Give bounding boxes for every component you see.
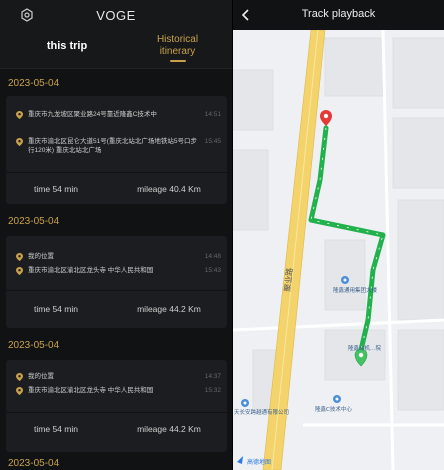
location-time: 15:45	[204, 138, 221, 145]
page-title: Track playback	[301, 8, 376, 20]
location-text: 重庆市九龙坡区聚业路24号靠近隆鑫C技术中	[28, 111, 157, 118]
poi-marker-icon	[241, 399, 249, 407]
trip-list-panel: VOGE this trip Historical itinerary 2023…	[0, 0, 232, 470]
location-time: 14:37	[204, 373, 221, 380]
trip-date: 2023-05-04	[8, 458, 60, 469]
map-attribution: 高德地图	[247, 458, 271, 466]
location-text: 重庆市渝北区昆仑大道51号(重庆北站北广场地铁站5号口步行120米) 重庆北站北…	[28, 138, 198, 154]
start-location-row: 我的位置 14:48	[16, 252, 221, 262]
poi-marker-icon	[333, 395, 341, 403]
card-divider	[6, 290, 227, 291]
location-text: 重庆市渝北区渝北区龙头寺 中华人民共和国	[28, 267, 154, 274]
location-text: 我的位置	[28, 373, 54, 380]
location-pin-icon	[16, 373, 23, 381]
poi-marker-icon	[341, 276, 349, 284]
location-pin-icon	[16, 138, 23, 146]
end-location-row: 重庆市渝北区渝北区龙头寺 中华人民共和国 15:32	[16, 386, 221, 396]
location-time: 15:32	[204, 387, 221, 394]
location-time: 14:51	[204, 111, 221, 118]
map-view[interactable]: 聚业路 隆鑫通用集团大楼 隆鑫动机…院 隆鑫C技术中心 天长安跨越通有限公司 高…	[233, 30, 444, 470]
trip-mileage: mileage 44.2 Km	[137, 424, 201, 434]
end-location-row: 重庆市渝北区昆仑大道51号(重庆北站北广场地铁站5号口步行120米) 重庆北站北…	[16, 137, 221, 157]
tab-bar: this trip Historical itinerary	[0, 30, 232, 68]
trip-card[interactable]: 我的位置 14:48 重庆市渝北区渝北区龙头寺 中华人民共和国 15:43 ti…	[6, 236, 227, 328]
trip-card[interactable]: 我的位置 14:37 重庆市渝北区渝北区龙头寺 中华人民共和国 15:32 ti…	[6, 360, 227, 452]
poi-label: 隆鑫C技术中心	[315, 405, 352, 413]
location-pin-icon	[16, 253, 23, 261]
active-tab-indicator	[170, 60, 186, 62]
end-location-row: 重庆市渝北区渝北区龙头寺 中华人民共和国 15:43	[16, 266, 221, 276]
location-pin-icon	[16, 267, 23, 275]
poi-label: 天长安跨越通有限公司	[234, 408, 289, 416]
trip-duration: time 54 min	[34, 424, 78, 434]
card-divider	[6, 172, 227, 173]
tab-historical-itinerary[interactable]: Historical itinerary	[140, 34, 215, 58]
poi-label: 隆鑫动机…院	[348, 344, 382, 352]
location-text: 重庆市渝北区渝北区龙头寺 中华人民共和国	[28, 387, 154, 394]
app-title: VOGE	[96, 8, 136, 23]
location-time: 15:43	[204, 267, 221, 274]
start-location-row: 重庆市九龙坡区聚业路24号靠近隆鑫C技术中 14:51	[16, 110, 221, 120]
trip-mileage: mileage 44.2 Km	[137, 304, 201, 314]
track-playback-panel: Track playback 聚业路 隆鑫通用集团大楼 隆鑫动机…院 隆鑫C技术…	[233, 0, 444, 470]
location-pin-icon	[16, 111, 23, 119]
location-pin-icon	[16, 387, 23, 395]
tab-this-trip[interactable]: this trip	[22, 40, 112, 52]
card-divider	[6, 412, 227, 413]
location-text: 我的位置	[28, 253, 54, 260]
playback-header: Track playback	[233, 0, 444, 30]
trip-card[interactable]: 重庆市九龙坡区聚业路24号靠近隆鑫C技术中 14:51 重庆市渝北区昆仑大道51…	[6, 96, 227, 204]
start-location-row: 我的位置 14:37	[16, 372, 221, 382]
location-time: 14:48	[204, 253, 221, 260]
trip-duration: time 54 min	[34, 184, 78, 194]
trip-date: 2023-05-04	[8, 340, 60, 351]
app-header: VOGE	[0, 0, 232, 30]
trip-date: 2023-05-04	[8, 216, 60, 227]
trip-date: 2023-05-04	[8, 78, 60, 89]
divider	[0, 68, 232, 69]
trip-duration: time 54 min	[34, 304, 78, 314]
trip-mileage: mileage 40.4 Km	[137, 184, 201, 194]
poi-label: 隆鑫通用集团大楼	[333, 286, 378, 294]
